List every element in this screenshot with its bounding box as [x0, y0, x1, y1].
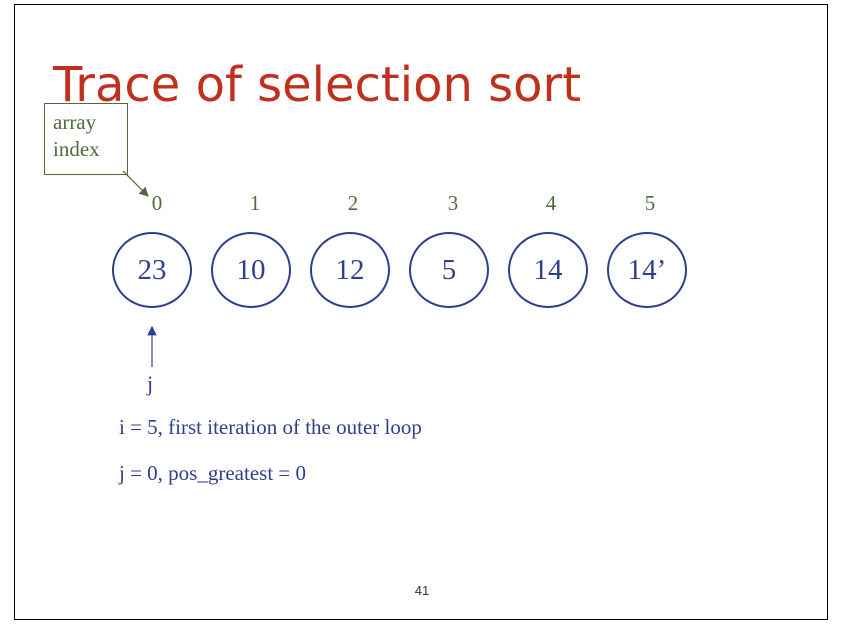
callout-arrow — [122, 170, 149, 197]
arrows-overlay — [122, 170, 157, 367]
j-pointer-label: j — [147, 371, 154, 396]
slide: Trace of selection sort array index 0 1 … — [14, 4, 828, 620]
note-line: j = 0, pos_greatest = 0 — [119, 461, 306, 485]
page-number: 41 — [414, 583, 430, 598]
note-line: i = 5, first iteration of the outer loop — [119, 415, 422, 439]
